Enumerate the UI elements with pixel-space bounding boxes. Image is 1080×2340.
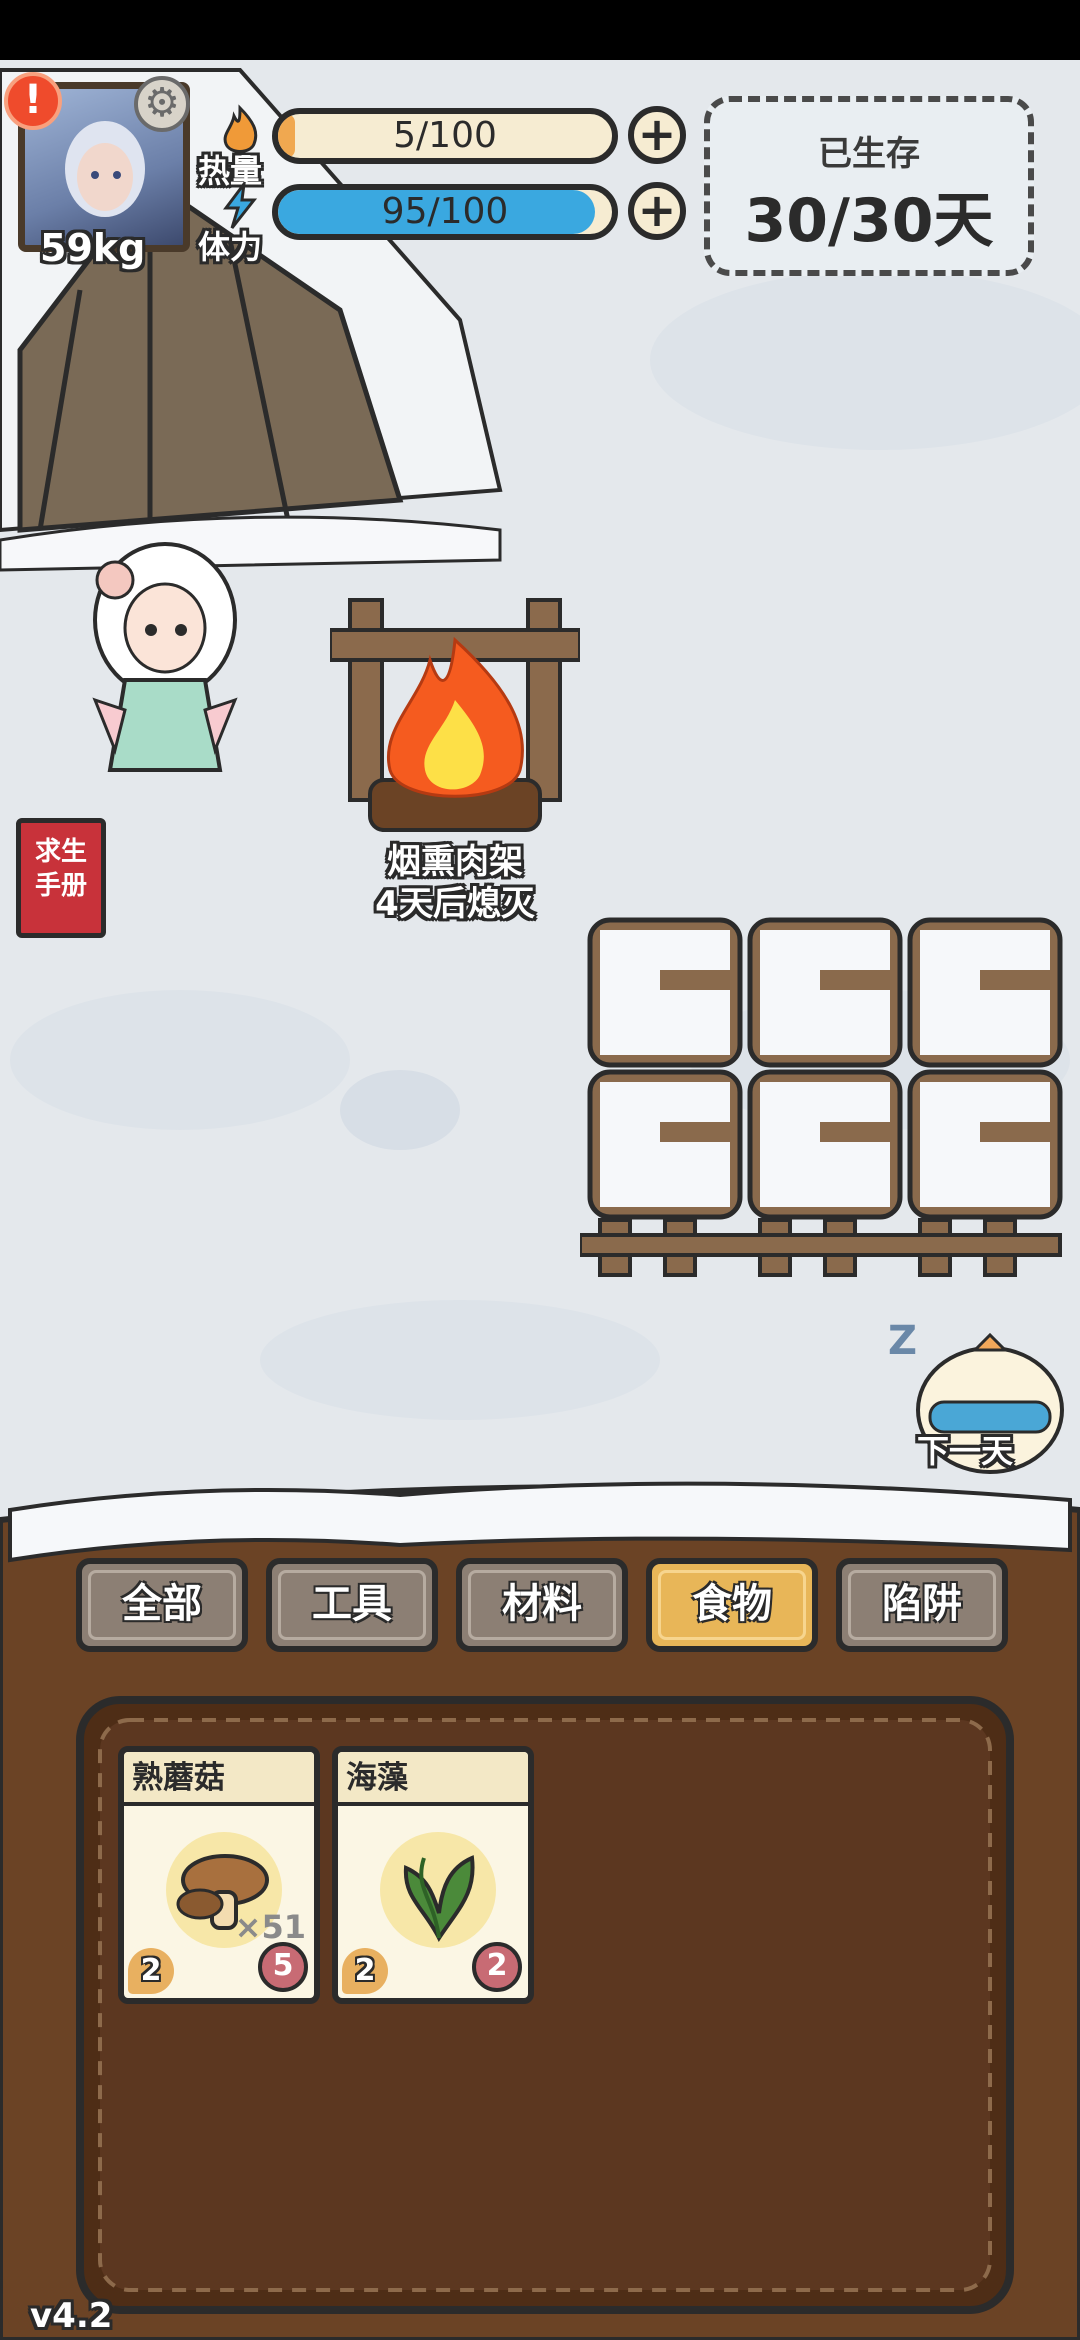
hunger-badge: 5	[258, 1942, 308, 1992]
stamina-value: 95/100	[381, 191, 509, 232]
item-name: 熟蘑菇	[124, 1752, 314, 1806]
tab-traps[interactable]: 陷阱	[836, 1558, 1008, 1652]
svg-text:Z: Z	[888, 1318, 917, 1364]
item-count: ×51	[234, 1908, 306, 1946]
status-bar	[0, 0, 1080, 60]
survival-manual-button[interactable]: 求生手册	[16, 818, 106, 938]
add-heat-button[interactable]: +	[628, 106, 686, 164]
seaweed-icon	[403, 1855, 475, 1942]
weight-value: 59kg	[40, 226, 146, 270]
snow-scene: 求生手册 烟熏肉架 4天后熄灭 Z 下一天 全部 工具 材料 食物 陷阱 熟蘑菇…	[0, 60, 1080, 2340]
fire-name: 烟熏肉架	[387, 842, 523, 882]
item-card[interactable]: 熟蘑菇 ×51 2 5	[118, 1746, 320, 2004]
stamina-bar: 95/100	[272, 184, 618, 240]
add-stamina-button[interactable]: +	[628, 182, 686, 240]
tab-tools[interactable]: 工具	[266, 1558, 438, 1652]
alert-icon[interactable]: !	[4, 72, 62, 130]
tab-food[interactable]: 食物	[646, 1558, 818, 1652]
heat-badge: 2	[342, 1948, 388, 1994]
fire-status: 4天后熄灭	[375, 884, 535, 924]
survived-panel: 已生存 30/30天	[704, 96, 1034, 276]
smoking-rack[interactable]	[330, 580, 580, 850]
heat-bar: 5/100	[272, 108, 618, 164]
survival-manual-label: 求生手册	[34, 837, 87, 901]
field-plots[interactable]	[580, 910, 1080, 1290]
gear-icon[interactable]: ⚙	[134, 76, 190, 132]
hunger-badge: 2	[472, 1942, 522, 1992]
heat-value: 5/100	[393, 115, 497, 156]
survived-label: 已生存	[818, 134, 920, 174]
item-card[interactable]: 海藻 2 2	[332, 1746, 534, 2004]
game-screen: 求生手册 烟熏肉架 4天后熄灭 Z 下一天 全部 工具 材料 食物 陷阱 熟蘑菇…	[0, 0, 1080, 2340]
tab-materials[interactable]: 材料	[456, 1558, 628, 1652]
version-label: v4.2	[30, 2296, 113, 2336]
stamina-label: 体力	[198, 228, 263, 266]
heat-badge: 2	[128, 1948, 174, 1994]
item-name: 海藻	[338, 1752, 528, 1806]
player-character[interactable]	[55, 520, 275, 820]
survived-value: 30/30天	[744, 186, 994, 256]
tab-all[interactable]: 全部	[76, 1558, 248, 1652]
